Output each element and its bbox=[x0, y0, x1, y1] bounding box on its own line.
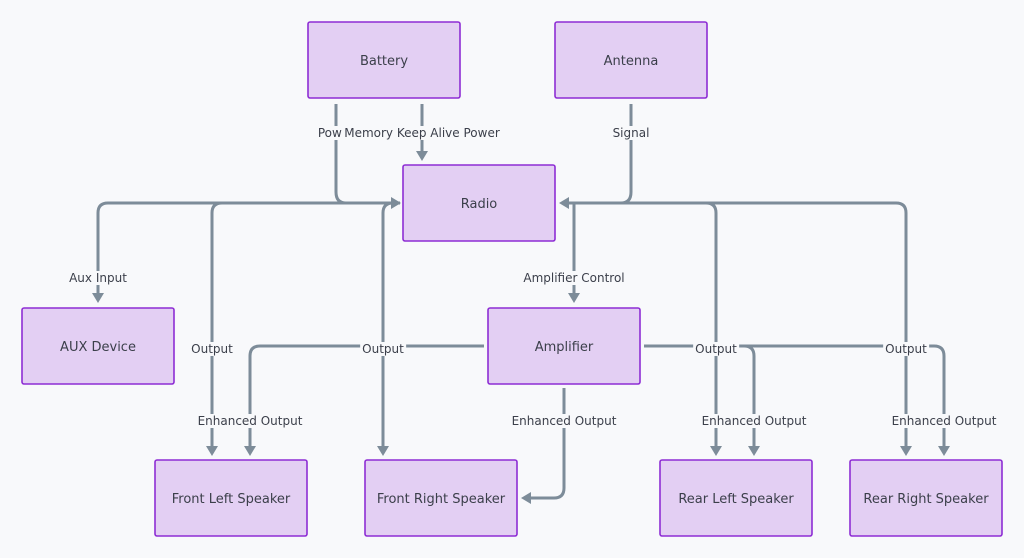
edge-label-text: Enhanced Output bbox=[198, 414, 303, 428]
node-amplifier[interactable]: Amplifier bbox=[487, 307, 641, 385]
edge-line bbox=[568, 104, 633, 205]
node-label: Front Right Speaker bbox=[377, 492, 506, 507]
flowchart-canvas: PowerMemory Keep Alive Power SignalAux In… bbox=[21, 21, 1003, 537]
arrowhead-icon bbox=[377, 446, 389, 456]
arrowhead-icon bbox=[568, 293, 580, 303]
edge-battery-to-radio bbox=[334, 104, 401, 209]
edge-label: Amplifier Control bbox=[521, 271, 627, 285]
node-label: Radio bbox=[461, 197, 498, 212]
node-battery[interactable]: Battery bbox=[307, 21, 461, 99]
edge-label-text: Output bbox=[885, 342, 927, 356]
arrowhead-icon bbox=[710, 446, 722, 456]
edge-label-text: Output bbox=[191, 342, 233, 356]
edge-amplifier-to-rl bbox=[644, 344, 760, 456]
arrowhead-icon bbox=[416, 151, 428, 161]
arrowhead-icon bbox=[521, 492, 531, 504]
edge-label: Memory Keep Alive Power bbox=[342, 126, 502, 140]
edge-label-text: Output bbox=[362, 342, 404, 356]
edge-label-text: Signal bbox=[613, 126, 650, 140]
edge-line bbox=[381, 201, 395, 447]
edge-label-text: Amplifier Control bbox=[523, 271, 624, 285]
arrowhead-icon bbox=[206, 446, 218, 456]
edge-label: Enhanced Output bbox=[509, 414, 619, 428]
edge-label: Output bbox=[883, 342, 930, 356]
node-label: AUX Device bbox=[60, 340, 136, 355]
edge-label: Enhanced Output bbox=[889, 414, 999, 428]
edge-amplifier-to-fr bbox=[521, 388, 566, 504]
nodes-layer: Battery Antenna Radio AUX Device Amplifier Fr… bbox=[21, 21, 1003, 537]
node-antenna[interactable]: Antenna bbox=[554, 21, 708, 99]
node-fl[interactable]: Front Left Speaker bbox=[154, 459, 308, 537]
arrowhead-icon bbox=[244, 446, 256, 456]
edge-label: Output bbox=[360, 342, 407, 356]
edge-line bbox=[96, 201, 400, 294]
node-rr[interactable]: Rear Right Speaker bbox=[849, 459, 1003, 537]
edge-amplifier-to-fl bbox=[244, 344, 484, 456]
node-label: Front Left Speaker bbox=[172, 492, 291, 507]
edge-line bbox=[210, 201, 395, 447]
node-label: Antenna bbox=[604, 54, 659, 69]
edge-label-text: Enhanced Output bbox=[512, 414, 617, 428]
edge-amplifier-to-rr bbox=[644, 344, 950, 456]
edge-line bbox=[248, 344, 484, 447]
arrowhead-icon bbox=[900, 446, 912, 456]
edge-label: Enhanced Output bbox=[195, 414, 305, 428]
edge-label-text: Aux Input bbox=[69, 271, 127, 285]
edge-label-text: Output bbox=[695, 342, 737, 356]
edge-radio-to-aux bbox=[92, 201, 400, 303]
arrowhead-icon bbox=[938, 446, 950, 456]
edge-line bbox=[644, 344, 756, 447]
edge-label: Aux Input bbox=[67, 271, 130, 285]
edge-label-text: Enhanced Output bbox=[892, 414, 997, 428]
edge-line bbox=[644, 344, 946, 447]
arrowhead-icon bbox=[92, 293, 104, 303]
edge-radio-to-amplifier bbox=[568, 203, 580, 303]
edge-label: Enhanced Output bbox=[699, 414, 809, 428]
arrowhead-icon bbox=[748, 446, 760, 456]
edge-line bbox=[530, 388, 566, 500]
edge-label: Output bbox=[693, 342, 740, 356]
node-label: Rear Left Speaker bbox=[678, 492, 794, 507]
node-aux[interactable]: AUX Device bbox=[21, 307, 175, 385]
node-label: Amplifier bbox=[535, 340, 594, 355]
edge-label: Output bbox=[189, 342, 236, 356]
node-fr[interactable]: Front Right Speaker bbox=[364, 459, 518, 537]
edge-line bbox=[334, 104, 392, 205]
edge-antenna-to-radio bbox=[559, 104, 633, 209]
edge-radio-to-fr bbox=[377, 201, 395, 456]
edge-label: Signal bbox=[610, 126, 652, 140]
edges-layer bbox=[92, 104, 950, 504]
edge-label-text: Enhanced Output bbox=[702, 414, 807, 428]
node-label: Rear Right Speaker bbox=[863, 492, 989, 507]
node-label: Battery bbox=[360, 54, 408, 69]
edge-label-text: Memory Keep Alive Power bbox=[344, 126, 500, 140]
node-radio[interactable]: Radio bbox=[402, 164, 556, 242]
node-rl[interactable]: Rear Left Speaker bbox=[659, 459, 813, 537]
